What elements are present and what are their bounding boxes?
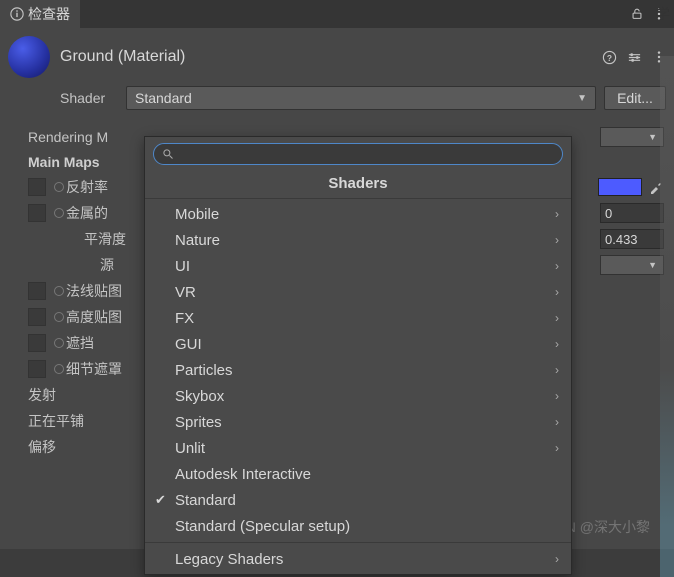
chevron-right-icon: › — [555, 552, 559, 566]
chevron-right-icon: › — [555, 363, 559, 377]
chevron-down-icon: ▼ — [577, 93, 587, 104]
shader-label: Shader — [60, 90, 118, 106]
radio-icon[interactable] — [54, 312, 64, 322]
shader-dropdown[interactable]: Standard ▼ — [126, 86, 596, 110]
radio-icon[interactable] — [54, 338, 64, 348]
svg-text:?: ? — [607, 52, 612, 62]
radio-icon[interactable] — [54, 364, 64, 374]
chevron-right-icon: › — [555, 259, 559, 273]
rendering-mode-dropdown[interactable]: ▼ — [600, 127, 664, 147]
clipped-text: 学 — [656, 4, 670, 24]
search-input[interactable] — [180, 147, 554, 162]
inspector-tab[interactable]: 检查器 — [0, 0, 80, 28]
material-preview-sphere[interactable] — [8, 36, 50, 78]
metallic-field[interactable] — [600, 203, 664, 223]
shader-dropdown-value: Standard — [135, 90, 192, 106]
edit-button[interactable]: Edit... — [604, 86, 666, 110]
shader-item-standard-specular[interactable]: Standard (Specular setup) — [145, 513, 571, 539]
radio-icon[interactable] — [54, 286, 64, 296]
chevron-right-icon: › — [555, 311, 559, 325]
shader-item-unlit[interactable]: Unlit› — [145, 435, 571, 461]
material-header: Ground (Material) ? — [0, 28, 674, 84]
shader-item-skybox[interactable]: Skybox› — [145, 383, 571, 409]
shader-item-legacy[interactable]: Legacy Shaders› — [145, 546, 571, 572]
chevron-right-icon: › — [555, 415, 559, 429]
right-edge-strip — [660, 56, 674, 577]
normal-texture-slot[interactable] — [28, 282, 46, 300]
shader-row: Shader Standard ▼ Edit... — [0, 84, 674, 116]
source-dropdown[interactable]: ▼ — [600, 255, 664, 275]
tab-bar: 检查器 — [0, 0, 674, 28]
chevron-right-icon: › — [555, 337, 559, 351]
help-icon[interactable]: ? — [602, 50, 617, 65]
popup-search-row — [145, 137, 571, 171]
albedo-texture-slot[interactable] — [28, 178, 46, 196]
shader-item-vr[interactable]: VR› — [145, 279, 571, 305]
lock-icon[interactable] — [630, 7, 644, 21]
shader-item-nature[interactable]: Nature› — [145, 227, 571, 253]
shader-popup: Shaders Mobile› Nature› UI› VR› FX› GUI›… — [144, 136, 572, 575]
shader-item-gui[interactable]: GUI› — [145, 331, 571, 357]
shader-item-fx[interactable]: FX› — [145, 305, 571, 331]
popup-list: Mobile› Nature› UI› VR› FX› GUI› Particl… — [145, 199, 571, 574]
shader-item-sprites[interactable]: Sprites› — [145, 409, 571, 435]
check-icon: ✔ — [155, 492, 166, 508]
metallic-texture-slot[interactable] — [28, 204, 46, 222]
settings-icon[interactable] — [627, 50, 642, 65]
shader-item-particles[interactable]: Particles› — [145, 357, 571, 383]
albedo-color-swatch[interactable] — [598, 178, 642, 196]
chevron-right-icon: › — [555, 207, 559, 221]
chevron-right-icon: › — [555, 441, 559, 455]
shader-item-mobile[interactable]: Mobile› — [145, 201, 571, 227]
chevron-right-icon: › — [555, 233, 559, 247]
popup-title: Shaders — [145, 171, 571, 199]
material-name: Ground (Material) — [60, 48, 602, 66]
info-icon — [10, 7, 24, 21]
search-icon — [162, 148, 174, 160]
shader-item-ui[interactable]: UI› — [145, 253, 571, 279]
inspector-content: Ground (Material) ? Shader Standard ▼ Ed… — [0, 28, 674, 549]
occlusion-texture-slot[interactable] — [28, 334, 46, 352]
detail-mask-texture-slot[interactable] — [28, 360, 46, 378]
popup-separator — [145, 542, 571, 543]
chevron-right-icon: › — [555, 285, 559, 299]
material-header-icons: ? — [602, 50, 666, 65]
shader-item-autodesk[interactable]: Autodesk Interactive — [145, 461, 571, 487]
radio-icon[interactable] — [54, 182, 64, 192]
chevron-right-icon: › — [555, 389, 559, 403]
search-box[interactable] — [153, 143, 563, 165]
radio-icon[interactable] — [54, 208, 64, 218]
smoothness-field[interactable] — [600, 229, 664, 249]
height-texture-slot[interactable] — [28, 308, 46, 326]
tab-title: 检查器 — [28, 4, 70, 24]
shader-item-standard[interactable]: ✔Standard — [145, 487, 571, 513]
